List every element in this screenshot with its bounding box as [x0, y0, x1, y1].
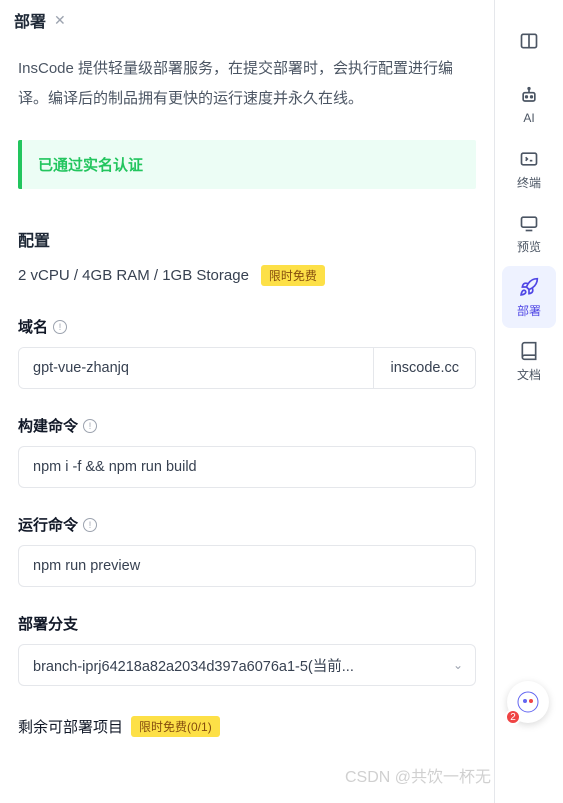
remain-badge: 限时免费(0/1) — [131, 716, 220, 737]
terminal-icon — [518, 148, 540, 170]
sidebar-item-label: 文档 — [517, 366, 541, 383]
run-command-input[interactable] — [18, 545, 476, 587]
run-label-text: 运行命令 — [18, 514, 78, 535]
build-label: 构建命令 ! — [18, 415, 476, 436]
sidebar-item-label: 终端 — [517, 174, 541, 191]
domain-label: 域名 ! — [18, 316, 476, 337]
branch-label: 部署分支 — [18, 613, 476, 634]
run-field-group: 运行命令 ! — [18, 514, 476, 587]
branch-select[interactable]: branch-iprj64218a82a2034d397a6076a1-5(当前… — [18, 644, 476, 686]
sidebar-item-ai[interactable]: AI — [502, 74, 556, 136]
free-badge: 限时免费 — [261, 265, 325, 286]
verified-text: 已通过实名认证 — [38, 154, 143, 175]
assistant-float-button[interactable]: 2 — [507, 681, 549, 723]
verified-alert: 已通过实名认证 — [18, 140, 476, 189]
panel-icon — [518, 30, 540, 52]
build-command-input[interactable] — [18, 446, 476, 488]
book-icon — [518, 340, 540, 362]
info-icon[interactable]: ! — [83, 419, 97, 433]
info-icon[interactable]: ! — [53, 320, 67, 334]
run-label: 运行命令 ! — [18, 514, 476, 535]
sidebar-item-label: AI — [523, 111, 534, 125]
panel-description: InsCode 提供轻量级部署服务，在提交部署时，会执行配置进行编译。编译后的制… — [18, 54, 476, 114]
branch-field-group: 部署分支 branch-iprj64218a82a2034d397a6076a1… — [18, 613, 476, 686]
deploy-panel: 部署 ✕ InsCode 提供轻量级部署服务，在提交部署时，会执行配置进行编译。… — [0, 0, 495, 803]
domain-input-row: inscode.cc — [18, 347, 476, 389]
rocket-icon — [518, 276, 540, 298]
build-label-text: 构建命令 — [18, 415, 78, 436]
domain-input[interactable] — [19, 348, 373, 388]
branch-value: branch-iprj64218a82a2034d397a6076a1-5(当前… — [33, 655, 445, 676]
notification-badge: 2 — [505, 709, 521, 725]
sidebar-item-docs[interactable]: 文档 — [502, 330, 556, 392]
domain-suffix: inscode.cc — [373, 348, 475, 388]
sidebar-item-label: 部署 — [517, 302, 541, 319]
sidebar-item-deploy[interactable]: 部署 — [502, 266, 556, 328]
domain-field-group: 域名 ! inscode.cc — [18, 316, 476, 389]
sidebar-item-panel[interactable] — [502, 10, 556, 72]
branch-label-text: 部署分支 — [18, 613, 78, 634]
remain-label: 剩余可部署项目 — [18, 716, 123, 737]
panel-title: 部署 — [14, 8, 46, 32]
config-spec: 2 vCPU / 4GB RAM / 1GB Storage — [18, 267, 249, 284]
config-line: 2 vCPU / 4GB RAM / 1GB Storage 限时免费 — [18, 265, 476, 286]
info-icon[interactable]: ! — [83, 518, 97, 532]
robot-icon — [518, 85, 540, 107]
chevron-down-icon: ⌄ — [453, 658, 463, 672]
remain-line: 剩余可部署项目 限时免费(0/1) — [18, 716, 476, 737]
config-title: 配置 — [18, 227, 476, 251]
monitor-icon — [518, 212, 540, 234]
sidebar-item-label: 预览 — [517, 238, 541, 255]
build-field-group: 构建命令 ! — [18, 415, 476, 488]
sidebar-item-terminal[interactable]: 终端 — [502, 138, 556, 200]
panel-header: 部署 ✕ — [0, 0, 494, 40]
sidebar-item-preview[interactable]: 预览 — [502, 202, 556, 264]
panel-scroll[interactable]: InsCode 提供轻量级部署服务，在提交部署时，会执行配置进行编译。编译后的制… — [0, 40, 494, 803]
domain-label-text: 域名 — [18, 316, 48, 337]
close-icon[interactable]: ✕ — [52, 10, 68, 31]
